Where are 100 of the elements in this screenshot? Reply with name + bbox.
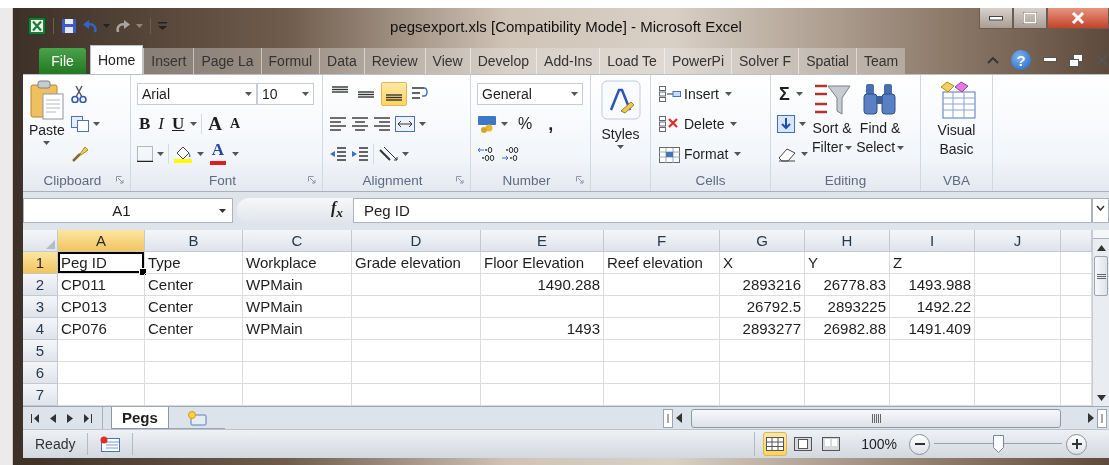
caret-icon[interactable]: [799, 122, 806, 126]
record-macro-icon[interactable]: [100, 436, 121, 452]
caret-icon[interactable]: [157, 152, 164, 156]
ribbon-tab[interactable]: Develop: [469, 48, 537, 74]
minimize-button[interactable]: [979, 8, 1013, 29]
slider-thumb[interactable]: [993, 435, 1004, 453]
row-header[interactable]: 1: [23, 252, 58, 274]
column-header[interactable]: A: [58, 230, 145, 252]
maximize-icon[interactable]: [1023, 12, 1037, 24]
ribbon-tab[interactable]: Review: [363, 48, 425, 74]
styles-button[interactable]: Styles: [600, 80, 641, 171]
cut-icon[interactable]: [70, 85, 87, 103]
caret-icon[interactable]: [725, 92, 732, 96]
delete-cells-icon[interactable]: [659, 116, 681, 132]
formula-field[interactable]: Peg ID: [353, 198, 1092, 223]
empty-cell[interactable]: [975, 252, 1061, 274]
minimize-icon[interactable]: [1043, 57, 1057, 63]
close-button[interactable]: [1047, 8, 1109, 29]
caret-icon[interactable]: [219, 208, 226, 213]
number-format-field[interactable]: General: [477, 83, 583, 105]
empty-cell[interactable]: [604, 296, 720, 318]
empty-cell[interactable]: [890, 362, 975, 384]
font-color-button[interactable]: A: [208, 142, 228, 166]
font-size-field[interactable]: 10: [257, 83, 314, 105]
currency-icon[interactable]: [477, 115, 497, 133]
column-header[interactable]: I: [890, 230, 975, 252]
scroll-left-icon[interactable]: [676, 413, 682, 423]
empty-cell[interactable]: [145, 340, 243, 362]
format-cells-icon[interactable]: [659, 145, 681, 163]
next-sheet-icon[interactable]: [67, 413, 73, 423]
file-tab[interactable]: File: [39, 48, 86, 74]
empty-cell[interactable]: [975, 362, 1061, 384]
delete-button[interactable]: Delete: [657, 112, 727, 136]
decrease-decimal-icon[interactable]: [501, 146, 521, 162]
dialog-launcher-icon[interactable]: [456, 176, 464, 184]
row-header[interactable]: 5: [23, 340, 58, 362]
merge-center-icon[interactable]: [395, 116, 415, 132]
caret-icon[interactable]: [897, 145, 905, 150]
caret-icon[interactable]: [730, 122, 738, 126]
previous-sheet-icon[interactable]: [50, 413, 56, 423]
decrease-indent-icon[interactable]: [329, 146, 347, 162]
scrollbar-thumb[interactable]: [691, 408, 1061, 428]
find-select-button[interactable]: Find & Select: [856, 80, 905, 171]
format-painter-icon[interactable]: [70, 145, 89, 163]
dialog-launcher-icon[interactable]: [308, 176, 316, 184]
restore-icon[interactable]: [1069, 53, 1083, 67]
sort-filter-button[interactable]: Sort & Filter: [812, 80, 853, 171]
empty-cell[interactable]: [604, 362, 720, 384]
insert-function-button[interactable]: f$_{x}$: [327, 199, 347, 222]
fill-color-icon[interactable]: [173, 145, 193, 163]
scroll-down-icon[interactable]: [1096, 394, 1106, 401]
caret-icon[interactable]: [302, 92, 309, 96]
italic-button[interactable]: I: [156, 112, 166, 136]
column-header[interactable]: C: [243, 230, 352, 252]
empty-cell[interactable]: [604, 274, 720, 296]
paste-button[interactable]: Paste: [29, 80, 65, 171]
scroll-up-icon[interactable]: [1096, 244, 1106, 251]
empty-cell[interactable]: [805, 340, 890, 362]
ribbon-tab[interactable]: Team: [855, 48, 906, 74]
empty-cell[interactable]: [481, 296, 604, 318]
visual-basic-button[interactable]: Visual Basic: [936, 80, 977, 171]
caret-icon[interactable]: [501, 122, 508, 126]
ribbon-tab[interactable]: Data: [319, 48, 364, 74]
empty-cell[interactable]: [481, 340, 604, 362]
empty-cell[interactable]: [352, 362, 481, 384]
caret-icon[interactable]: [801, 152, 808, 156]
ribbon-tab[interactable]: Solver F: [731, 48, 799, 74]
orientation-icon[interactable]: [378, 146, 398, 162]
column-header[interactable]: B: [145, 230, 243, 252]
sheet-tab[interactable]: Pegs: [111, 407, 169, 429]
copy-icon[interactable]: [70, 116, 89, 132]
ribbon-tab[interactable]: Page La: [193, 48, 261, 74]
column-header[interactable]: J: [975, 230, 1061, 252]
column-header[interactable]: D: [352, 230, 481, 252]
caret-icon[interactable]: [419, 122, 426, 126]
empty-cell[interactable]: [720, 362, 805, 384]
column-header[interactable]: E: [481, 230, 604, 252]
empty-cell[interactable]: [145, 362, 243, 384]
empty-cell[interactable]: [890, 340, 975, 362]
caret-icon[interactable]: [245, 92, 252, 96]
caret-icon[interactable]: [402, 152, 409, 156]
dialog-launcher-icon[interactable]: [576, 176, 584, 184]
caret-icon[interactable]: [197, 152, 204, 156]
empty-cell[interactable]: [805, 362, 890, 384]
ribbon-tab[interactable]: Add-Ins: [536, 48, 600, 74]
caret-icon[interactable]: [734, 152, 742, 156]
empty-cell[interactable]: [975, 318, 1061, 340]
align-center-icon[interactable]: [351, 116, 369, 132]
caret-icon[interactable]: [845, 145, 853, 150]
dialog-launcher-icon[interactable]: [116, 176, 124, 184]
clipboard-icon[interactable]: [29, 80, 64, 120]
percent-button[interactable]: %: [516, 112, 535, 136]
empty-cell[interactable]: [352, 274, 481, 296]
insert-button[interactable]: Insert: [657, 82, 721, 106]
font-name-field[interactable]: Arial: [137, 83, 257, 105]
format-button[interactable]: Format: [657, 142, 731, 166]
empty-cell[interactable]: [975, 340, 1061, 362]
underline-button[interactable]: U: [170, 112, 187, 136]
row-header[interactable]: 3: [23, 296, 58, 318]
expand-formula-icon[interactable]: [1096, 205, 1105, 211]
